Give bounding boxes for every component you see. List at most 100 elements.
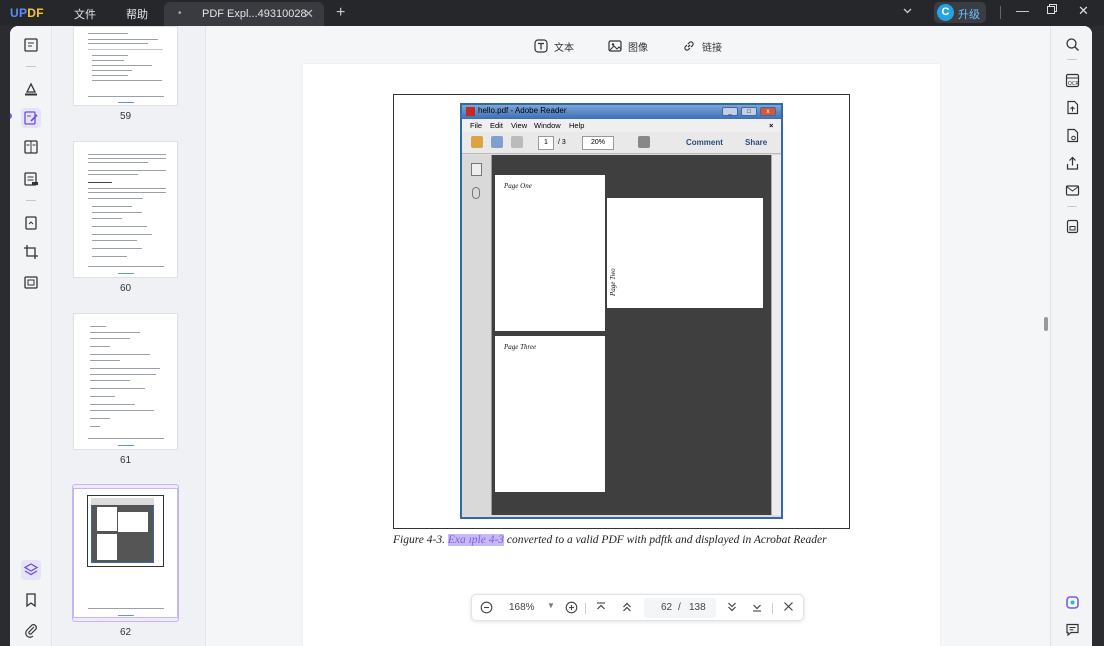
layers-icon[interactable] <box>21 560 41 580</box>
chevron-down-icon[interactable] <box>902 5 913 19</box>
menu-help[interactable]: 帮助 <box>126 6 148 22</box>
current-page[interactable]: 62 <box>661 602 672 613</box>
acrobat-page-three: Page Three <box>495 336 605 492</box>
page-separator: / <box>678 602 681 613</box>
acrobat-comment-label: Comment <box>686 138 723 147</box>
add-image-button[interactable]: 图像 <box>608 37 648 55</box>
thumbnail-page-62[interactable] <box>73 488 178 618</box>
comment-highlight-icon[interactable] <box>21 79 41 99</box>
share-icon[interactable] <box>1063 154 1081 172</box>
page-two-label: Page Two <box>609 268 617 296</box>
close-navbar-icon[interactable] <box>783 601 794 615</box>
acrobat-pages-icon <box>471 163 482 176</box>
acrobat-toolbar: 1 / 3 20% Comment Share <box>462 132 781 154</box>
pdf-page: hello.pdf - Adobe Reader _ □ x File Edit… <box>303 64 940 646</box>
upgrade-button[interactable]: C 升级 <box>934 2 986 23</box>
image-tool-label: 图像 <box>628 42 648 54</box>
embedded-acrobat-screenshot: hello.pdf - Adobe Reader _ □ x File Edit… <box>460 103 783 519</box>
thumbnail-page-59[interactable] <box>73 26 178 106</box>
protect-icon[interactable] <box>21 272 41 292</box>
thumbnail-page-61[interactable] <box>73 313 178 450</box>
zoom-dropdown-icon[interactable]: ▼ <box>547 601 555 610</box>
attachment-icon[interactable] <box>21 620 41 640</box>
save-icon[interactable] <box>1063 217 1081 235</box>
updf-logo[interactable]: UPDF <box>10 6 44 20</box>
add-tab-icon[interactable]: + <box>336 4 345 22</box>
acrobat-menu-bar: File Edit View Window Help × <box>462 119 781 132</box>
user-avatar-icon: C <box>937 4 954 21</box>
text-tool-label: 文本 <box>554 42 574 54</box>
acrobat-scrollbar <box>771 155 781 515</box>
convert-pdf-icon[interactable] <box>1063 98 1081 116</box>
restore-icon[interactable] <box>1046 3 1058 18</box>
figure-frame: hello.pdf - Adobe Reader _ □ x File Edit… <box>393 94 850 529</box>
pdf-file-icon <box>466 107 475 116</box>
acrobat-menu-edit: Edit <box>490 121 503 130</box>
acrobat-page-field: 1 <box>538 136 554 150</box>
text-tool-icon <box>534 39 548 53</box>
last-page-icon[interactable] <box>751 601 763 616</box>
thumbnail-label: 62 <box>119 627 132 638</box>
rail-active-indicator <box>10 113 12 119</box>
thumbnail-label: 61 <box>119 455 132 466</box>
acrobat-open-icon <box>471 136 483 148</box>
left-tool-rail <box>10 26 52 646</box>
zoom-in-icon[interactable] <box>565 601 578 617</box>
tab-dot-icon: • <box>178 8 182 19</box>
page-three-label: Page Three <box>504 343 537 351</box>
tab-close-icon[interactable]: ✕ <box>303 6 314 22</box>
first-page-icon[interactable] <box>595 601 607 616</box>
email-icon[interactable] <box>1063 181 1081 199</box>
figure-caption[interactable]: Figure 4-3. Exa ıple 4-3 converted to a … <box>393 534 827 546</box>
acrobat-title-bar: hello.pdf - Adobe Reader _ □ x <box>462 105 781 119</box>
ocr-icon[interactable]: OCR <box>1063 71 1081 89</box>
document-scrollbar[interactable] <box>1044 317 1048 331</box>
convert-icon[interactable] <box>21 213 41 233</box>
link-tool-icon <box>684 41 694 51</box>
acrobat-document-area: Page One Page Two Page Three <box>462 155 781 515</box>
reader-mode-icon[interactable] <box>21 35 41 55</box>
search-icon[interactable] <box>1063 35 1081 53</box>
thumbnail-label: 59 <box>119 111 132 122</box>
image-tool-icon <box>608 40 622 52</box>
acrobat-side-panel <box>462 155 492 515</box>
acrobat-menu-help: Help <box>569 121 585 130</box>
acrobat-fit-icon <box>638 136 650 148</box>
crop-icon[interactable] <box>21 242 41 262</box>
ai-assistant-icon[interactable] <box>1063 593 1081 611</box>
caption-highlight[interactable]: Exa ıple 4-3 <box>447 534 505 546</box>
add-link-button[interactable]: 链接 <box>682 37 722 55</box>
organize-pages-icon[interactable] <box>21 137 41 157</box>
comment-list-icon[interactable] <box>1063 620 1081 638</box>
tab-title: PDF Expl...49310028 <box>202 8 307 20</box>
acrobat-close-icon: x <box>760 107 776 116</box>
acrobat-zoom-field: 20% <box>582 136 614 150</box>
bookmark-icon[interactable] <box>21 590 41 610</box>
minimize-icon[interactable]: — <box>1016 3 1029 18</box>
close-window-icon[interactable]: ✕ <box>1078 3 1089 19</box>
form-icon[interactable] <box>21 169 41 189</box>
zoom-level[interactable]: 168% <box>509 602 535 613</box>
thumbnail-page-60[interactable] <box>73 141 178 278</box>
app-window: 59 60 61 62 文本 图像 链接 hello.pdf - Adobe R… <box>10 26 1092 646</box>
document-tab[interactable]: • PDF Expl...49310028 ✕ <box>164 2 324 26</box>
title-bar: UPDF 文件 帮助 • PDF Expl...49310028 ✕ + C 升… <box>0 0 1104 26</box>
link-tool-label: 链接 <box>702 42 722 54</box>
caption-suffix: converted to a valid PDF with pdftk and … <box>506 534 827 546</box>
upgrade-label: 升级 <box>958 8 980 21</box>
menu-file[interactable]: 文件 <box>74 6 96 22</box>
rail-separator <box>1067 59 1077 60</box>
rail-separator <box>26 200 36 201</box>
acrobat-page-one: Page One <box>495 175 605 331</box>
protect-document-icon[interactable] <box>1063 126 1081 144</box>
edit-pdf-icon[interactable] <box>21 108 41 128</box>
acrobat-save-icon <box>511 136 523 148</box>
zoom-out-icon[interactable] <box>480 601 493 617</box>
page-navigation-bar: 168% ▼ 62 / 138 <box>471 594 804 621</box>
page-number-field[interactable]: 62 / 138 <box>644 598 716 618</box>
next-page-icon[interactable] <box>726 601 738 616</box>
add-text-button[interactable]: 文本 <box>534 37 574 55</box>
previous-page-icon[interactable] <box>621 601 633 616</box>
nav-separator <box>585 603 586 614</box>
title-separator <box>1000 6 1001 19</box>
